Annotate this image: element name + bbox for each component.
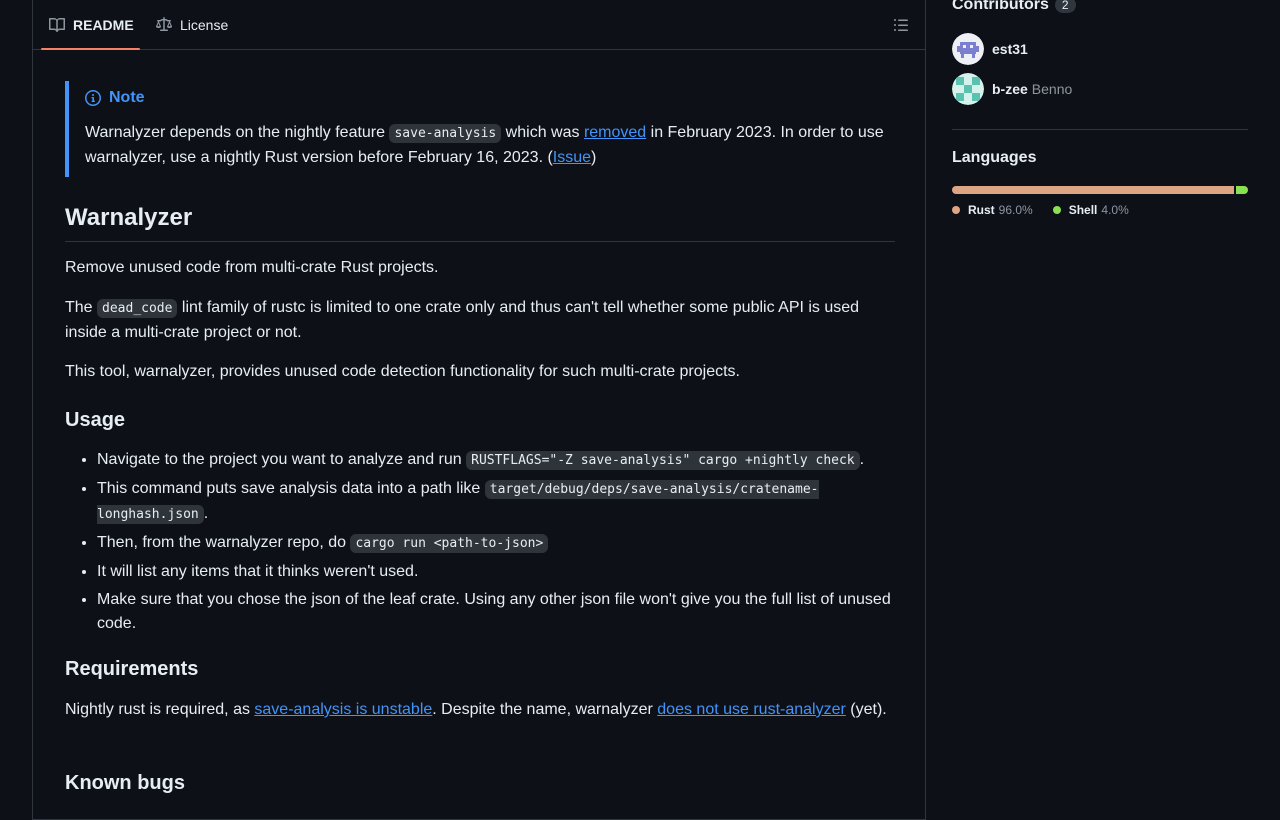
- language-bar-segment-rust: [952, 186, 1235, 194]
- tab-readme[interactable]: README: [49, 0, 134, 49]
- book-icon: [49, 17, 65, 32]
- list-item: It will list any items that it thinks we…: [97, 560, 927, 584]
- save-analysis-unstable-link[interactable]: save-analysis is unstable: [254, 701, 432, 718]
- sidebar-divider: [952, 129, 1248, 130]
- dead-code-paragraph: The dead_code lint family of rustc is li…: [65, 296, 895, 345]
- note-callout: Note Warnalyzer depends on the nightly f…: [65, 81, 895, 177]
- list-item: This command puts save analysis data int…: [97, 477, 927, 527]
- usage-b1-text: Navigate to the project you want to anal…: [97, 451, 467, 468]
- avatar: [952, 33, 984, 65]
- requirements-paragraph: Nightly rust is required, as save-analys…: [65, 698, 895, 722]
- requirements-heading: Requirements: [65, 658, 199, 680]
- list-item: Make sure that you chose the json of the…: [97, 588, 927, 636]
- contributors-heading[interactable]: Contributors 2: [952, 0, 1076, 14]
- contributor-b-zee[interactable]: b-zee Benno: [952, 69, 1072, 109]
- usage-b1-code: RUSTFLAGS="-Z save-analysis" cargo +nigh…: [466, 451, 860, 470]
- list-item: Navigate to the project you want to anal…: [97, 448, 927, 473]
- readme-panel: README License Note Warnalyzer depends o…: [32, 0, 926, 820]
- req-text-1: Nightly rust is required, as: [65, 701, 255, 718]
- readme-tabs: README License: [33, 0, 925, 50]
- avatar: [952, 73, 984, 105]
- language-name: Shell: [1068, 203, 1098, 217]
- note-title: Note: [85, 89, 145, 107]
- language-list: Rust 96.0% Shell 4.0%: [952, 203, 1248, 217]
- contributor-login: b-zee: [992, 81, 1028, 97]
- note-title-text: Note: [109, 89, 145, 106]
- usage-b2-end: .: [203, 505, 209, 522]
- outline-button[interactable]: [893, 17, 909, 38]
- language-bar: [952, 186, 1248, 194]
- list-unordered-icon: [894, 19, 908, 31]
- p2-text-1: The: [65, 299, 98, 316]
- removed-link[interactable]: removed: [584, 124, 646, 141]
- language-rust[interactable]: Rust 96.0%: [952, 203, 1033, 217]
- list-item: Then, from the warnalyzer repo, do cargo…: [97, 531, 927, 556]
- language-percent: 4.0%: [1101, 203, 1129, 217]
- language-percent: 96.0%: [998, 203, 1033, 217]
- note-text-4: ): [591, 149, 597, 166]
- req-text-3: (yet).: [845, 701, 887, 718]
- usage-b5-text: Make sure that you chose the json of the…: [97, 591, 891, 632]
- rust-color-dot: [952, 206, 960, 214]
- contributors-heading-text: Contributors: [952, 0, 1049, 13]
- language-bar-segment-shell: [1236, 186, 1248, 194]
- usage-list: Navigate to the project you want to anal…: [65, 448, 927, 640]
- contributor-est31[interactable]: est31: [952, 29, 1028, 69]
- tool-paragraph: This tool, warnalyzer, provides unused c…: [65, 363, 740, 380]
- note-text: Warnalyzer depends on the nightly featur…: [85, 121, 885, 170]
- info-icon: [85, 90, 101, 106]
- tab-license-label: License: [180, 16, 229, 33]
- contributor-login: est31: [992, 41, 1028, 57]
- contributor-name: Benno: [1031, 81, 1073, 97]
- note-text-2: which was: [501, 124, 584, 141]
- dead-code-code: dead_code: [97, 299, 178, 318]
- usage-b3-text: Then, from the warnalyzer repo, do: [97, 534, 351, 551]
- shell-color-dot: [1052, 206, 1061, 214]
- rust-analyzer-link[interactable]: does not use rust-analyzer: [657, 701, 846, 718]
- usage-b2-text: This command puts save analysis data int…: [97, 480, 485, 497]
- law-icon: [156, 16, 172, 31]
- known-bugs-heading: Known bugs: [65, 772, 185, 794]
- active-tab-indicator: [41, 48, 140, 50]
- usage-b1-end: .: [859, 451, 865, 468]
- language-name: Rust: [968, 203, 995, 217]
- usage-b4-text: It will list any items that it thinks we…: [97, 563, 419, 580]
- req-text-2: . Despite the name, warnalyzer: [432, 701, 658, 718]
- issue-link[interactable]: Issue: [553, 149, 591, 166]
- tab-readme-label: README: [73, 16, 134, 33]
- usage-heading: Usage: [65, 409, 126, 431]
- usage-b3-code: cargo run <path-to-json>: [350, 534, 549, 553]
- tab-license[interactable]: License: [156, 0, 228, 49]
- note-code: save-analysis: [389, 124, 502, 143]
- page-title: Warnalyzer: [65, 203, 895, 242]
- contributors-count: 2: [1054, 0, 1076, 13]
- p2-text-2: lint family of rustc is limited to one c…: [65, 299, 860, 341]
- intro-paragraph: Remove unused code from multi-crate Rust…: [65, 259, 439, 276]
- note-text-1: Warnalyzer depends on the nightly featur…: [85, 124, 390, 141]
- language-shell[interactable]: Shell 4.0%: [1052, 203, 1129, 217]
- languages-heading: Languages: [952, 149, 1037, 166]
